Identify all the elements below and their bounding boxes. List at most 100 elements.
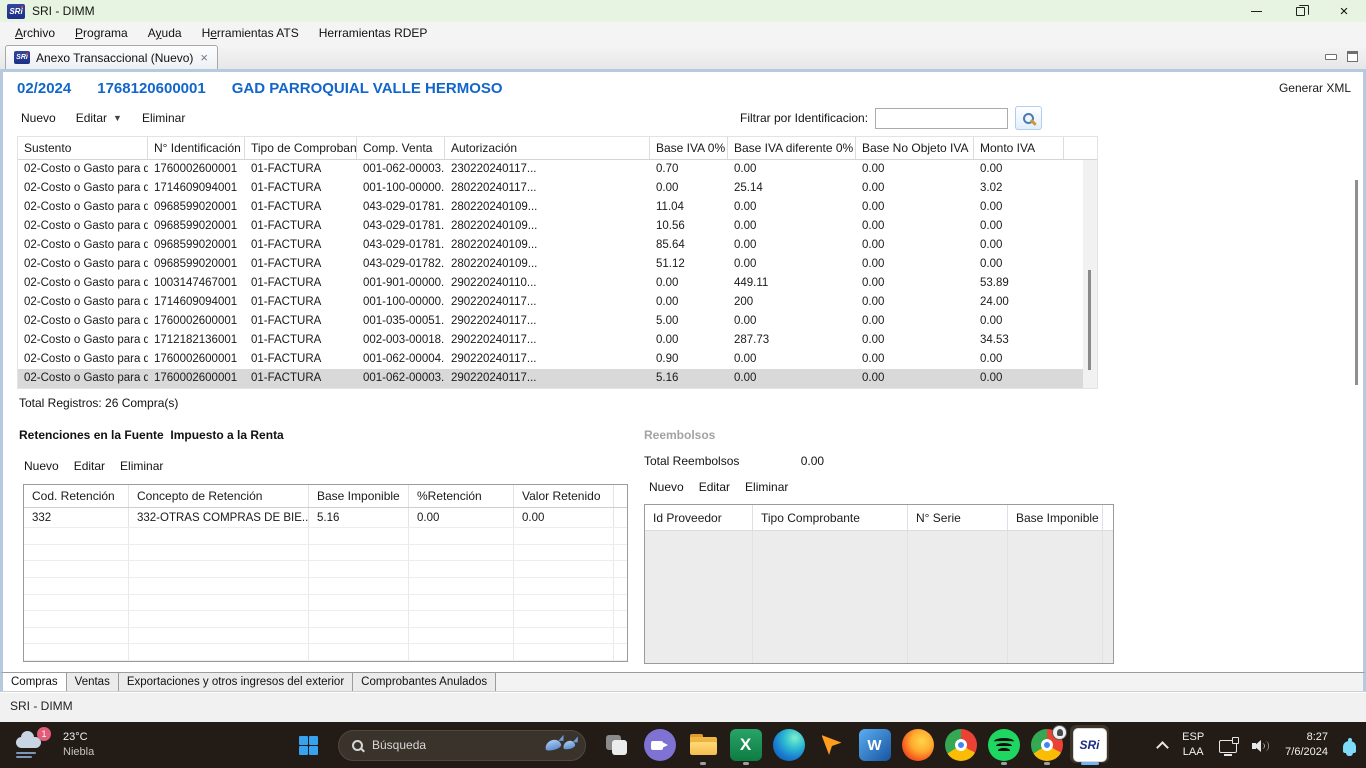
network-icon[interactable] — [1219, 740, 1237, 753]
empty-row[interactable] — [24, 628, 627, 645]
table-row[interactable]: 02-Costo o Gasto para d...17600026000010… — [18, 312, 1083, 331]
taskbar-app-word[interactable] — [853, 722, 896, 768]
taskbar-search[interactable]: Búsqueda — [338, 730, 586, 761]
empty-row[interactable] — [24, 545, 627, 562]
volume-icon[interactable] — [1252, 738, 1270, 754]
menu-item-archivo[interactable]: Archivo — [5, 23, 65, 43]
bottom-tab-exportaciones[interactable]: Exportaciones y otros ingresos del exter… — [119, 673, 353, 691]
column-header[interactable]: Concepto de Retención — [129, 485, 309, 507]
menu-item-herramientas-rdep[interactable]: Herramientas RDEP — [309, 23, 438, 43]
table-row[interactable]: 02-Costo o Gasto para d...09685990200010… — [18, 236, 1083, 255]
empty-row[interactable] — [24, 644, 627, 661]
column-header[interactable]: %Retención — [409, 485, 514, 507]
reembolsos-nuevo-button[interactable]: Nuevo — [649, 480, 684, 494]
retenciones-nuevo-button[interactable]: Nuevo — [24, 459, 59, 473]
taskbar-app-task-view[interactable] — [595, 722, 638, 768]
table-row[interactable]: 02-Costo o Gasto para d...17600026000010… — [18, 350, 1083, 369]
empty-row[interactable] — [24, 578, 627, 595]
tab-anexo-transaccional[interactable]: Anexo Transaccional (Nuevo) × — [5, 45, 218, 69]
table-cell: 290220240110... — [445, 274, 650, 293]
taskbar-app-firefox[interactable] — [896, 722, 939, 768]
search-button[interactable] — [1015, 106, 1042, 130]
table-row[interactable]: 02-Costo o Gasto para d...10031474670010… — [18, 274, 1083, 293]
reembolsos-editar-button[interactable]: Editar — [699, 480, 730, 494]
table-row[interactable]: 332332-OTRAS COMPRAS DE BIE...5.160.000.… — [24, 508, 627, 528]
filter-input[interactable] — [875, 108, 1008, 129]
weather-widget[interactable]: 1 23°C Niebla — [16, 729, 94, 759]
column-header[interactable]: N° Identificación — [148, 137, 245, 159]
retenciones-eliminar-button[interactable]: Eliminar — [120, 459, 163, 473]
column-header[interactable]: Autorización — [445, 137, 650, 159]
column-header[interactable]: Base No Objeto IVA — [856, 137, 974, 159]
taskbar-app-spotify[interactable] — [982, 722, 1025, 768]
running-indicator — [1001, 762, 1007, 765]
table-cell: 0.00 — [974, 160, 1064, 179]
maximize-view-icon[interactable] — [1347, 51, 1358, 62]
table-row[interactable]: 02-Costo o Gasto para d...17600026000010… — [18, 369, 1083, 388]
taskbar-app-video-app[interactable] — [638, 722, 681, 768]
tab-close-icon[interactable]: × — [199, 51, 209, 64]
nuevo-button[interactable]: Nuevo — [21, 111, 56, 125]
bottom-tab-comprobantes[interactable]: Comprobantes Anulados — [353, 673, 496, 691]
column-header[interactable]: Base IVA 0% — [650, 137, 728, 159]
taskbar-app-file-explorer[interactable] — [681, 722, 724, 768]
table-cell: 3.02 — [974, 179, 1064, 198]
view-vertical-scrollbar[interactable] — [1355, 180, 1358, 385]
column-header[interactable]: Base IVA diferente 0% — [728, 137, 856, 159]
table-vertical-scrollbar[interactable] — [1083, 160, 1097, 388]
menu-bar: ArchivoProgramaAyudaHerramientas ATSHerr… — [0, 22, 1366, 44]
column-header[interactable]: Base Imponible — [1008, 505, 1103, 530]
search-icon — [1023, 113, 1034, 124]
column-header[interactable]: Tipo de Comprobante — [245, 137, 357, 159]
bottom-tab-compras[interactable]: Compras — [3, 673, 67, 691]
empty-row[interactable] — [24, 611, 627, 628]
restore-button[interactable] — [1278, 0, 1322, 22]
column-header[interactable]: Comp. Venta — [357, 137, 445, 159]
minimize-button[interactable] — [1234, 0, 1278, 22]
taskbar-app-sri-dimm[interactable] — [1068, 722, 1111, 768]
eliminar-button[interactable]: Eliminar — [142, 111, 185, 125]
taskbar-app-chrome[interactable] — [939, 722, 982, 768]
taskbar-app-excel[interactable] — [724, 722, 767, 768]
start-button[interactable] — [287, 722, 329, 768]
scrollbar-thumb[interactable] — [1088, 270, 1091, 370]
editar-button[interactable]: Editar▼ — [76, 111, 122, 125]
empty-row[interactable] — [24, 528, 627, 545]
table-row[interactable]: 02-Costo o Gasto para d...17146090940010… — [18, 179, 1083, 198]
column-header[interactable]: N° Serie — [908, 505, 1008, 530]
notification-bell-icon[interactable] — [1343, 741, 1356, 753]
menu-item-programa[interactable]: Programa — [65, 23, 138, 43]
menu-item-herramientas-ats[interactable]: Herramientas ATS — [192, 23, 309, 43]
column-header[interactable]: Id Proveedor — [645, 505, 753, 530]
taskbar-app-chrome-profile[interactable] — [1025, 722, 1068, 768]
table-row[interactable]: 02-Costo o Gasto para d...17121821360010… — [18, 331, 1083, 350]
taskbar-app-edge[interactable] — [767, 722, 810, 768]
column-header[interactable]: Sustento — [18, 137, 148, 159]
column-header[interactable]: Valor Retenido — [514, 485, 614, 507]
menu-item-ayuda[interactable]: Ayuda — [138, 23, 192, 43]
close-button[interactable]: × — [1322, 0, 1366, 22]
empty-row[interactable] — [24, 595, 627, 612]
table-row[interactable]: 02-Costo o Gasto para d...17146090940010… — [18, 293, 1083, 312]
column-header[interactable]: Base Imponible — [309, 485, 409, 507]
retenciones-editar-button[interactable]: Editar — [74, 459, 105, 473]
column-header[interactable]: Tipo Comprobante — [753, 505, 908, 530]
table-row[interactable]: 02-Costo o Gasto para d...09685990200010… — [18, 255, 1083, 274]
minimize-view-icon[interactable] — [1325, 54, 1337, 60]
table-row[interactable]: 02-Costo o Gasto para d...17600026000010… — [18, 160, 1083, 179]
column-header[interactable]: Cod. Retención — [24, 485, 129, 507]
table-cell: 5.16 — [650, 369, 728, 388]
column-header[interactable]: Monto IVA — [974, 137, 1064, 159]
table-row[interactable]: 02-Costo o Gasto para d...09685990200010… — [18, 217, 1083, 236]
table-row[interactable]: 02-Costo o Gasto para d...09685990200010… — [18, 198, 1083, 217]
table-cell: 290220240117... — [445, 369, 650, 388]
bottom-tab-ventas[interactable]: Ventas — [67, 673, 119, 691]
language-indicator[interactable]: ESPLAA — [1182, 730, 1204, 760]
clock[interactable]: 8:277/6/2024 — [1285, 730, 1328, 760]
tray-chevron-up-icon[interactable] — [1156, 741, 1169, 754]
taskbar-app-foxit-pdf[interactable] — [810, 722, 853, 768]
empty-row[interactable] — [24, 561, 627, 578]
table-cell: 0968599020001 — [148, 236, 245, 255]
reembolsos-eliminar-button[interactable]: Eliminar — [745, 480, 788, 494]
generar-xml-button[interactable]: Generar XML — [1279, 81, 1351, 95]
